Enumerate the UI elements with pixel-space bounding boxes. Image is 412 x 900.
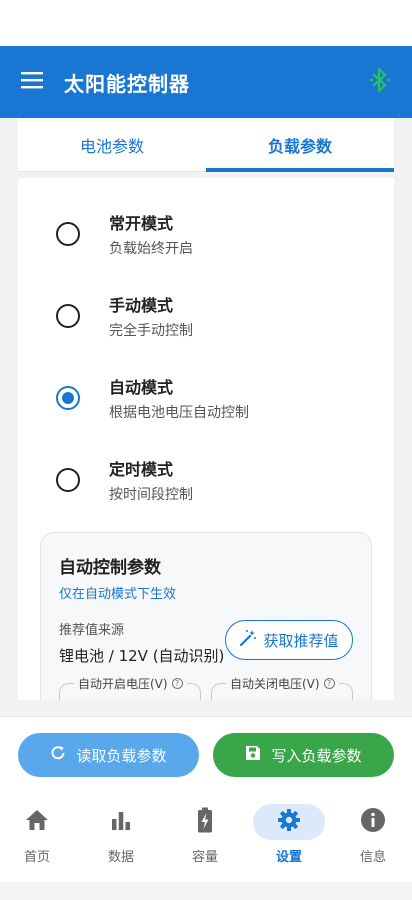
mode-option-manual[interactable]: 手动模式 完全手动控制: [18, 278, 394, 358]
bluetooth-icon: [370, 67, 390, 97]
help-icon[interactable]: ?: [171, 678, 183, 689]
get-recommend-label: 获取推荐值: [263, 631, 339, 650]
auto-off-voltage-field[interactable]: 自动关闭电压(V) ?: [211, 675, 353, 700]
mode-description: 负载始终开启: [109, 241, 193, 257]
nav-label: 信息: [359, 850, 386, 865]
bottom-navigation: 首页 数据 容量 设置 信息: [0, 792, 412, 882]
recommend-source-value: 锂电池 / 12V (自动识别): [59, 647, 225, 665]
load-params-panel: 常开模式 负载始终开启 手动模式 完全手动控制 自动模式 根据电池电压自动控制 …: [18, 178, 394, 700]
app-title: 太阳能控制器: [64, 71, 190, 96]
menu-button[interactable]: [0, 46, 64, 118]
gesture-bar: [0, 882, 412, 900]
nav-icon-container: [169, 804, 241, 840]
auto-control-card: 自动控制参数 仅在自动模式下生效 推荐值来源 锂电池 / 12V (自动识别) …: [40, 532, 372, 700]
nav-label: 容量: [191, 850, 218, 865]
radio-button[interactable]: [56, 468, 80, 492]
nav-icon-container: [1, 804, 73, 840]
recommend-source-label: 推荐值来源: [59, 623, 125, 638]
auto-on-voltage-field[interactable]: 自动开启电压(V) ?: [59, 675, 201, 700]
tab-bar: 电池参数 负载参数: [18, 118, 394, 172]
status-bar: [0, 0, 412, 46]
card-title: 自动控制参数: [59, 558, 161, 578]
app-bar: 太阳能控制器: [0, 46, 412, 118]
nav-item-data[interactable]: 数据: [86, 804, 156, 870]
mode-title: 手动模式: [109, 296, 174, 315]
read-load-params-label: 读取负载参数: [76, 746, 167, 765]
magic-wand-icon: [239, 629, 257, 651]
mode-description: 根据电池电压自动控制: [109, 405, 249, 421]
card-subtitle: 仅在自动模式下生效: [59, 587, 177, 602]
nav-item-info[interactable]: 信息: [338, 804, 408, 870]
write-load-params-button[interactable]: 写入负载参数: [213, 733, 394, 777]
save-icon: [245, 745, 261, 765]
radio-button-selected[interactable]: [56, 386, 80, 410]
nav-label: 数据: [107, 850, 134, 865]
bar-chart-icon: [110, 809, 132, 835]
get-recommend-button[interactable]: 获取推荐值: [225, 620, 353, 660]
radio-button[interactable]: [56, 304, 80, 328]
nav-icon-container: [337, 804, 409, 840]
field-label: 自动关闭电压(V) ?: [226, 675, 339, 692]
mode-title: 定时模式: [109, 460, 174, 479]
nav-icon-container: [85, 804, 157, 840]
refresh-icon: [50, 745, 66, 765]
battery-charging-icon: [197, 807, 213, 837]
nav-item-settings[interactable]: 设置: [253, 804, 325, 870]
gear-icon: [277, 808, 301, 836]
field-label-text: 自动开启电压(V): [78, 677, 168, 691]
nav-label: 设置: [275, 850, 302, 865]
mode-option-always-on[interactable]: 常开模式 负载始终开启: [18, 196, 394, 276]
mode-title: 自动模式: [109, 378, 174, 397]
nav-item-capacity[interactable]: 容量: [170, 804, 240, 870]
mode-title: 常开模式: [109, 214, 174, 233]
mode-option-auto[interactable]: 自动模式 根据电池电压自动控制: [18, 360, 394, 440]
nav-item-home[interactable]: 首页: [2, 804, 72, 870]
tab-battery-params[interactable]: 电池参数: [18, 118, 206, 171]
mode-description: 完全手动控制: [109, 323, 193, 339]
action-bar: 读取负载参数 写入负载参数: [0, 716, 412, 792]
bluetooth-button[interactable]: [366, 67, 394, 97]
mode-option-timer[interactable]: 定时模式 按时间段控制: [18, 442, 394, 522]
help-icon[interactable]: ?: [323, 678, 335, 689]
field-label: 自动开启电压(V) ?: [74, 675, 187, 692]
menu-icon: [21, 71, 43, 93]
write-load-params-label: 写入负载参数: [271, 746, 362, 765]
field-label-text: 自动关闭电压(V): [230, 677, 320, 691]
tab-load-params[interactable]: 负载参数: [206, 118, 394, 172]
nav-label: 首页: [23, 850, 50, 865]
info-icon: [360, 807, 386, 837]
mode-description: 按时间段控制: [109, 487, 193, 503]
radio-button[interactable]: [56, 222, 80, 246]
home-icon: [24, 808, 50, 836]
nav-icon-container: [253, 804, 325, 840]
read-load-params-button[interactable]: 读取负载参数: [18, 733, 199, 777]
